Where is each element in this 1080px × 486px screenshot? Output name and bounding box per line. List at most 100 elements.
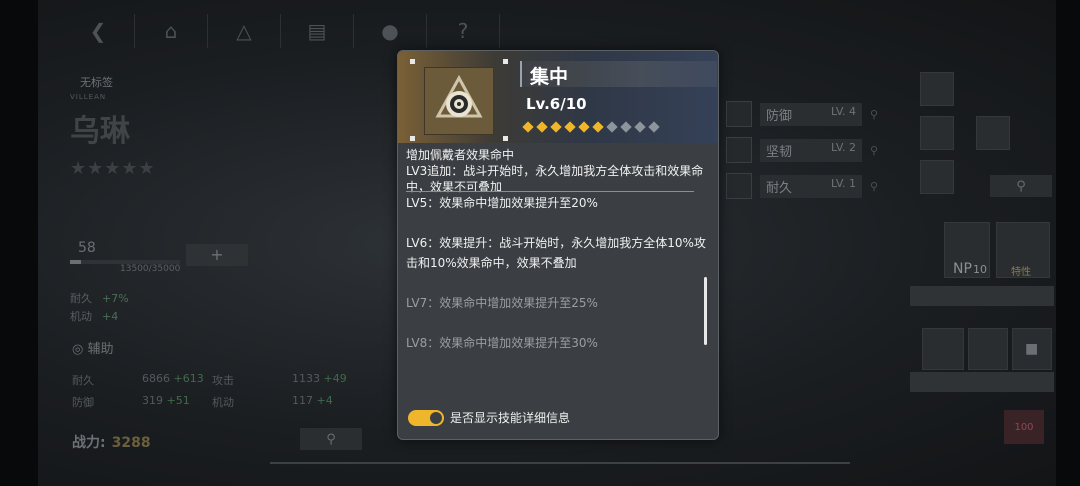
slot-icon — [726, 101, 752, 127]
trait-card[interactable]: 特性 — [996, 222, 1050, 278]
skill-description: 增加佩戴者效果命中 LV3追加：战斗开始时，永久增加我方全体攻击和效果命中，效果… — [406, 147, 706, 195]
stats-table: 耐久 6866 +613 攻击 1133 +49 防御 319 +51 机动 1… — [72, 372, 372, 416]
skill-name: 集中 — [530, 66, 569, 88]
skill-name-bar: 集中 — [520, 61, 717, 88]
mini-stat-label: 机动 — [70, 310, 92, 323]
level-pip-filled — [592, 121, 604, 133]
lock-icon: ■ — [1025, 341, 1039, 357]
chip-magnify-button[interactable]: ⚲ — [990, 175, 1052, 197]
notebook-icon[interactable]: ▤ — [281, 14, 354, 48]
mini-stats: 耐久 +7% 机动 +4 — [70, 290, 270, 326]
skill-level: Lv.6/10 — [526, 95, 587, 113]
character-tag: 无标签 — [80, 76, 113, 89]
stat-value: 6866 +613 — [142, 372, 204, 385]
level-pip-empty — [606, 121, 618, 133]
character-stars: ★★★★★ — [70, 158, 156, 179]
magnify-icon: ⚲ — [326, 431, 336, 447]
level-entry: LV7：效果命中增加效果提升至25% — [406, 296, 598, 310]
help-icon[interactable]: ? — [427, 14, 500, 48]
left-edge — [0, 0, 38, 486]
equipment-slot[interactable]: 耐久 LV. 1 ⚲ — [726, 168, 896, 204]
equipment-slots: 防御 LV. 4 ⚲ 坚韧 LV. 2 ⚲ 耐久 LV. 1 ⚲ — [726, 96, 896, 204]
mini-stat-value: +4 — [102, 310, 119, 323]
level-progress-fill — [70, 260, 81, 264]
detail-toggle[interactable] — [408, 410, 444, 426]
bottom-divider — [270, 462, 850, 464]
home-icon[interactable]: ⌂ — [135, 14, 208, 48]
chip-node[interactable] — [976, 116, 1010, 150]
level-pip-filled — [550, 121, 562, 133]
stat-row: 耐久 6866 +613 攻击 1133 +49 — [72, 372, 372, 394]
mini-stat-label: 耐久 — [70, 292, 92, 305]
level-number: 58 — [78, 240, 96, 256]
level-pip-filled — [564, 121, 576, 133]
gamepad-icon[interactable]: ● — [354, 14, 427, 48]
chip-node[interactable] — [920, 116, 954, 150]
trait-label: 特性 — [1011, 267, 1031, 278]
character-panel: 无标签 VILLEAN 乌琳 ★★★★★ — [62, 66, 242, 186]
power-label: 战力: — [72, 435, 106, 451]
level-pip-filled — [522, 121, 534, 133]
skill-header: 集中 Lv.6/10 — [398, 51, 718, 143]
focus-target-icon — [424, 67, 494, 135]
chip-node[interactable] — [920, 72, 954, 106]
slot-icon — [726, 137, 752, 163]
level-entry: LV6：效果提升：战斗开始时，永久增加我方全体10%攻击和10%效果命中，效果不… — [406, 236, 706, 270]
magnify-button[interactable]: ⚲ — [300, 428, 362, 450]
list-bar[interactable] — [910, 286, 1054, 306]
mini-stat-value: +7% — [102, 292, 129, 305]
affection-heart[interactable]: 100 — [1004, 410, 1044, 444]
skill-card[interactable]: NP 10 — [944, 222, 990, 278]
stat-label: 防御 — [72, 396, 94, 409]
stat-label: 攻击 — [212, 374, 234, 387]
list-bar[interactable] — [910, 372, 1054, 392]
level-pip-empty — [620, 121, 632, 133]
stat-value: 117 +4 — [292, 394, 333, 407]
mini-stat-row: 机动 +4 — [70, 308, 270, 326]
level-entries-list[interactable]: LV5：效果命中增加效果提升至20% LV6：效果提升：战斗开始时，永久增加我方… — [406, 191, 706, 401]
back-icon[interactable]: ❮ — [62, 14, 135, 48]
equipment-slot[interactable]: 防御 LV. 4 ⚲ — [726, 96, 896, 132]
level-entry: LV5：效果命中增加效果提升至20% — [406, 196, 598, 210]
locked-slot[interactable]: ■ — [1012, 328, 1052, 370]
skill-popup: 集中 Lv.6/10 增加佩戴者效果命中 LV3追加：战斗开始时，永久增加我方全… — [397, 50, 719, 440]
magnify-icon: ⚲ — [1016, 178, 1026, 194]
detail-toggle-label: 是否显示技能详细信息 — [450, 411, 571, 425]
water-slot[interactable] — [968, 328, 1008, 370]
skill-card-label: NP — [953, 261, 972, 277]
stat-value: 319 +51 — [142, 394, 190, 407]
right-edge — [1056, 0, 1080, 486]
combat-power: 战力: 3288 — [72, 432, 151, 452]
slot-name: 坚韧 LV. 2 — [760, 138, 862, 162]
affection-value: 100 — [1014, 421, 1034, 433]
stat-label: 耐久 — [72, 374, 94, 387]
level-entry: LV8：效果命中增加效果提升至30% — [406, 336, 598, 350]
character-subtitle: VILLEAN — [70, 93, 107, 101]
zoom-icon[interactable]: ⚲ — [870, 108, 878, 121]
level-pip-empty — [648, 121, 660, 133]
assist-label: ◎ 辅助 — [72, 342, 114, 357]
skill-icon-frame — [410, 59, 508, 141]
description-line: 增加佩戴者效果命中 — [406, 148, 515, 162]
slot-name: 耐久 LV. 1 — [760, 174, 862, 198]
assist-text: 辅助 — [87, 342, 114, 357]
hanger-icon[interactable]: △ — [208, 14, 281, 48]
level-area: 58 13500/35000 + — [68, 240, 268, 280]
equipment-slot[interactable]: 坚韧 LV. 2 ⚲ — [726, 132, 896, 168]
skill-card-value: 10 — [973, 263, 987, 276]
zoom-icon[interactable]: ⚲ — [870, 144, 878, 157]
character-name: 乌琳 — [70, 114, 130, 149]
level-pip-empty — [634, 121, 646, 133]
stat-label: 机动 — [212, 396, 234, 409]
power-value: 3288 — [111, 435, 151, 451]
gear-slot[interactable] — [922, 328, 964, 370]
zoom-icon[interactable]: ⚲ — [870, 180, 878, 193]
scrollbar[interactable] — [704, 277, 707, 345]
level-pip-filled — [536, 121, 548, 133]
level-up-button[interactable]: + — [186, 244, 248, 266]
chip-node[interactable] — [920, 160, 954, 194]
stat-row: 防御 319 +51 机动 117 +4 — [72, 394, 372, 416]
stat-value: 1133 +49 — [292, 372, 347, 385]
mini-stat-row: 耐久 +7% — [70, 290, 270, 308]
skill-level-pips — [522, 121, 660, 133]
